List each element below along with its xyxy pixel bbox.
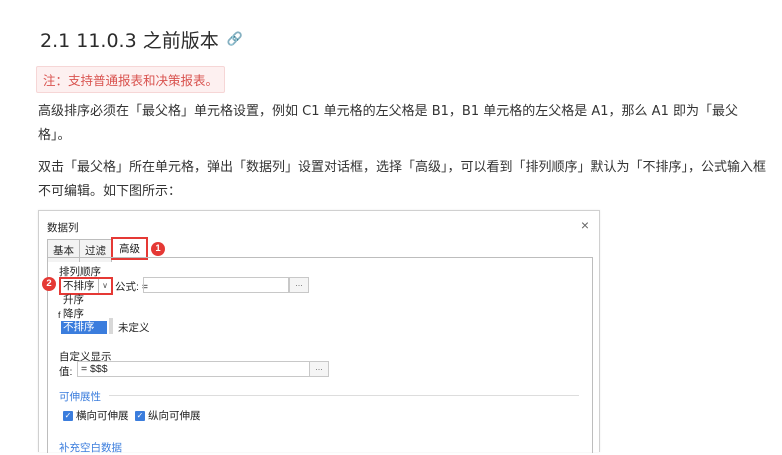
chevron-down-icon[interactable]: ∨ xyxy=(98,279,111,293)
paragraph-1: 高级排序必须在「最父格」单元格设置，例如 C1 单元格的左父格是 B1，B1 单… xyxy=(38,104,738,143)
section-title: 2.1 11.0.3 之前版本 xyxy=(40,30,219,52)
dropdown-option-desc[interactable]: 降序 xyxy=(61,308,107,321)
close-icon[interactable]: × xyxy=(581,217,589,233)
value-browse-button[interactable]: ... xyxy=(309,361,329,377)
section-heading: 2.1 11.0.3 之前版本 🔗 xyxy=(40,26,243,53)
dropdown-option-asc[interactable]: 升序 xyxy=(61,294,107,307)
sort-order-select[interactable]: 不排序 ∨ xyxy=(59,277,113,295)
anchor-link-icon[interactable]: 🔗 xyxy=(227,32,243,47)
dropdown-option-none[interactable]: 不排序 xyxy=(61,321,107,334)
vertical-expand-checkbox[interactable]: ✓ 纵向可伸展 xyxy=(135,408,201,423)
horizontal-expand-checkbox[interactable]: ✓ 横向可伸展 xyxy=(63,408,129,423)
step-marker-2: 2 xyxy=(42,277,56,291)
value-label: 值: xyxy=(59,366,73,378)
formula-browse-button[interactable]: ... xyxy=(289,277,309,293)
formula-input xyxy=(143,277,289,293)
vertical-expand-label: 纵向可伸展 xyxy=(148,410,201,422)
checkbox-checked-icon: ✓ xyxy=(63,410,73,421)
note-callout: 注：支持普通报表和决策报表。 xyxy=(36,66,226,93)
step-marker-1: 1 xyxy=(151,242,165,256)
horizontal-expand-label: 横向可伸展 xyxy=(76,410,129,422)
undefined-indicator xyxy=(109,318,113,334)
fill-blank-title: 补充空白数据 xyxy=(59,442,122,454)
paragraph-2: 双击「最父格」所在单元格，弹出「数据列」设置对话框，选择「高级」，可以看到「排列… xyxy=(38,160,767,199)
value-input[interactable]: = $$$ xyxy=(77,361,310,377)
section-divider xyxy=(109,395,579,396)
checkbox-checked-icon: ✓ xyxy=(135,410,145,421)
undefined-label: 未定义 xyxy=(118,322,150,334)
sort-order-value: 不排序 xyxy=(63,280,95,292)
extensibility-title: 可伸展性 xyxy=(59,391,101,403)
dialog-title: 数据列 xyxy=(47,222,79,234)
dialog-screenshot: 数据列 × 基本 过滤 高级 1 排列顺序 2 不排序 ∨ 公式: = ... … xyxy=(38,210,600,454)
